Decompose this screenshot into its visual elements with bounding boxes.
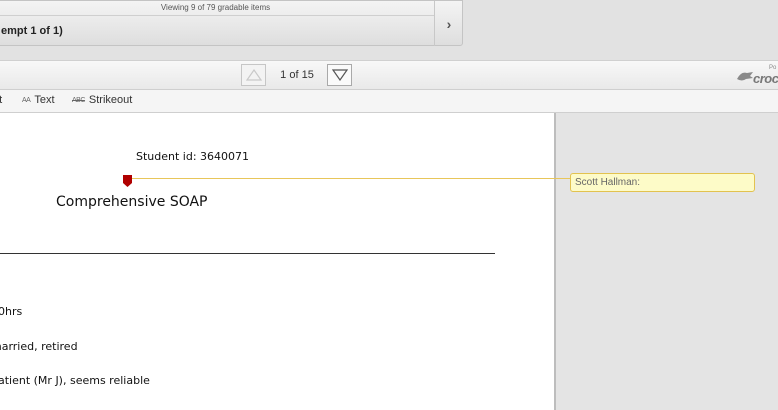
viewing-count-text: Viewing 9 of 79 gradable items (0, 2, 434, 16)
text-tool-icon: AA (22, 96, 31, 104)
highlight-tool[interactable]: ht (0, 94, 2, 106)
next-page-button[interactable] (327, 64, 352, 86)
attempt-title: empt 1 of 1) (1, 25, 63, 37)
strikeout-tool-label: Strikeout (88, 94, 133, 106)
comment-author: Scott Hallman: (575, 177, 641, 188)
chevron-right-icon: › (446, 15, 452, 32)
student-id-text: Student id: 3640071 (136, 150, 250, 163)
document-line: patient (Mr J), seems reliable (0, 374, 150, 387)
comment-marker-icon[interactable] (123, 175, 132, 187)
highlight-tool-label: ht (0, 94, 3, 106)
next-item-button[interactable]: › (434, 1, 463, 46)
strikeout-tool[interactable]: ABC Strikeout (72, 94, 132, 106)
document-line: 30hrs (0, 305, 23, 318)
previous-page-button[interactable] (241, 64, 266, 86)
document-page[interactable]: Student id: 3640071 Comprehensive SOAP 3… (0, 113, 556, 410)
comment-connector-line (132, 178, 570, 179)
text-tool-label: Text (34, 94, 55, 106)
horizontal-rule (0, 253, 495, 254)
text-tool[interactable]: AA Text (22, 94, 55, 106)
brand-name: croc (753, 71, 778, 86)
page-navigation-bar: 1 of 15 Po croc (0, 60, 778, 90)
document-title: Comprehensive SOAP (56, 194, 208, 210)
annotation-toolbar: ht AA Text ABC Strikeout (0, 90, 778, 113)
triangle-down-icon (331, 69, 348, 81)
document-line: married, retired (0, 340, 78, 353)
page-count: 1 of 15 (280, 69, 314, 81)
crocodile-icon (737, 72, 753, 81)
grading-header: Viewing 9 of 79 gradable items empt 1 of… (0, 0, 778, 60)
comment-box[interactable]: Scott Hallman: (570, 173, 755, 192)
triangle-up-icon (245, 69, 262, 81)
attempt-card: Viewing 9 of 79 gradable items empt 1 of… (0, 0, 463, 46)
crocodoc-logo: Po croc (736, 63, 778, 87)
strikeout-tool-icon: ABC (72, 96, 85, 104)
